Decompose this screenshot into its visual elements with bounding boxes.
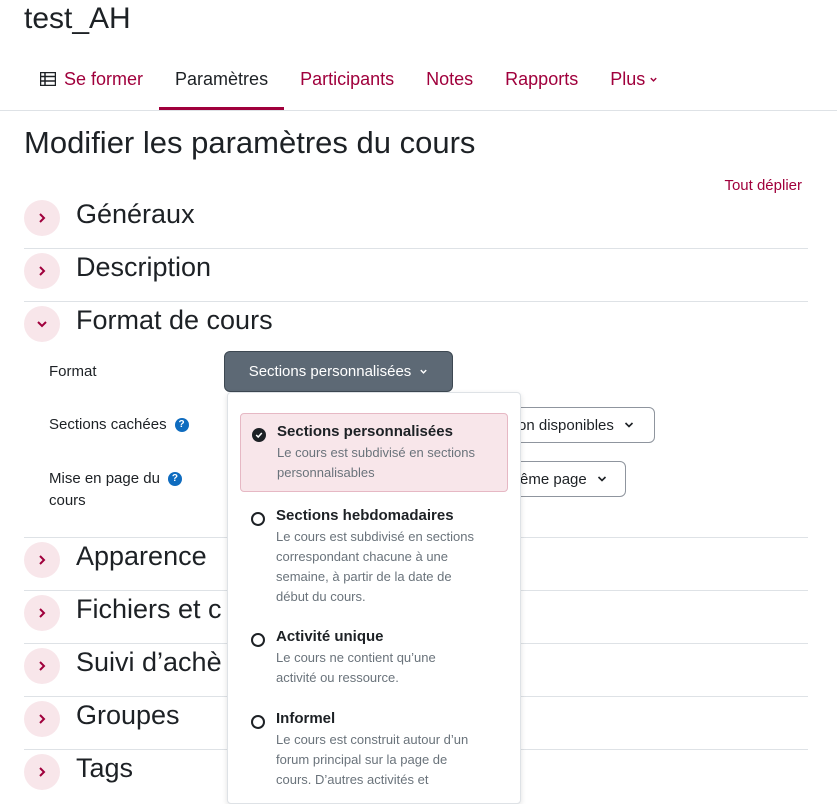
tab-label: Paramètres <box>175 68 269 89</box>
tab-plus[interactable]: Plus <box>594 56 674 102</box>
course-layout-value: ême page <box>520 470 587 488</box>
chevron-down-icon <box>37 321 47 328</box>
chevron-down-icon <box>650 77 657 82</box>
chevron-right-icon <box>39 661 46 671</box>
secondary-navigation: Se former Paramètres Participants Notes … <box>24 56 674 110</box>
course-header: test_AH Se former Paramètres Participant… <box>0 0 837 111</box>
tab-label: Rapports <box>505 68 579 89</box>
section-toggle[interactable] <box>24 306 60 342</box>
section-description: Description <box>24 248 808 302</box>
radio-icon <box>251 715 265 729</box>
section-title[interactable]: Tags <box>76 753 133 784</box>
tab-notes[interactable]: Notes <box>410 56 489 102</box>
chevron-right-icon <box>39 555 46 565</box>
section-title[interactable]: Apparence <box>76 541 207 572</box>
tab-rapports[interactable]: Rapports <box>489 56 594 102</box>
chevron-right-icon <box>39 767 46 777</box>
format-value: Sections personnalisées <box>248 363 412 380</box>
chevron-right-icon <box>39 714 46 724</box>
option-description: Le cours ne contient qu’une activité ou r… <box>276 650 436 685</box>
tab-label: Se former <box>64 68 144 89</box>
hidden-sections-select[interactable]: on disponibles <box>505 407 655 443</box>
chevron-right-icon <box>39 608 46 618</box>
option-description: Le cours est subdivisé en sections corres… <box>276 529 474 604</box>
option-description: Le cours est construit autour d’un forum … <box>276 732 469 787</box>
section-title[interactable]: Fichiers et c <box>76 594 222 625</box>
help-icon[interactable]: ? <box>167 472 182 487</box>
section-title[interactable]: Suivi d’achè <box>76 647 222 678</box>
tab-participants[interactable]: Participants <box>284 56 410 102</box>
chevron-down-icon <box>624 422 633 428</box>
section-title[interactable]: Généraux <box>76 199 195 230</box>
section-toggle[interactable] <box>24 200 60 236</box>
option-title: Sections personnalisées <box>277 423 453 440</box>
section-toggle[interactable] <box>24 754 60 790</box>
format-dropdown-menu: Sections personnalisées Le cours est sub… <box>227 392 521 804</box>
hidden-sections-label-text: Sections cachées <box>49 416 167 433</box>
course-layout-select[interactable]: ême page <box>505 461 626 497</box>
option-title: Informel <box>276 710 336 727</box>
help-icon[interactable]: ? <box>174 418 189 433</box>
hidden-sections-label: Sections cachées? <box>49 414 189 436</box>
hidden-sections-value: on disponibles <box>518 416 614 434</box>
tab-label: Notes <box>426 68 474 89</box>
chevron-down-icon <box>420 369 428 374</box>
expand-all-link[interactable]: Tout déplier <box>724 177 802 194</box>
tab-label: Participants <box>300 68 395 89</box>
format-select[interactable]: Sections personnalisées <box>224 351 453 392</box>
section-toggle[interactable] <box>24 701 60 737</box>
section-toggle[interactable] <box>24 542 60 578</box>
format-option-sections-personnalisees[interactable]: Sections personnalisées Le cours est sub… <box>240 413 508 492</box>
format-label: Format <box>49 363 97 380</box>
section-toggle[interactable] <box>24 595 60 631</box>
tab-label: Plus <box>610 68 646 89</box>
course-index-icon <box>40 72 56 86</box>
section-title[interactable]: Groupes <box>76 700 180 731</box>
course-title: test_AH <box>24 2 131 35</box>
radio-icon <box>251 633 265 647</box>
section-title[interactable]: Description <box>76 252 211 283</box>
section-title[interactable]: Format de cours <box>76 305 273 336</box>
chevron-right-icon <box>39 213 46 223</box>
section-generaux: Généraux <box>24 195 808 249</box>
tab-parametres[interactable]: Paramètres <box>159 56 285 110</box>
layout-label-line2: cours <box>49 492 86 509</box>
format-option-sections-hebdomadaires[interactable]: Sections hebdomadaires Le cours est subd… <box>240 498 508 615</box>
layout-label: Mise en page du? cours <box>49 468 182 512</box>
option-description: Le cours est subdivisé en sections person… <box>277 445 475 480</box>
section-toggle[interactable] <box>24 253 60 289</box>
chevron-right-icon <box>39 266 46 276</box>
radio-icon <box>251 512 265 526</box>
check-icon <box>252 428 266 442</box>
tab-se-former[interactable]: Se former <box>24 56 159 102</box>
section-toggle[interactable] <box>24 648 60 684</box>
layout-label-line1: Mise en page du <box>49 470 160 487</box>
format-option-informel[interactable]: Informel Le cours est construit autour d… <box>240 701 508 798</box>
format-option-activite-unique[interactable]: Activité unique Le cours ne contient qu’… <box>240 619 508 696</box>
page-title: Modifier les paramètres du cours <box>24 125 476 160</box>
chevron-down-icon <box>597 476 606 482</box>
option-title: Activité unique <box>276 628 384 645</box>
option-title: Sections hebdomadaires <box>276 507 454 524</box>
